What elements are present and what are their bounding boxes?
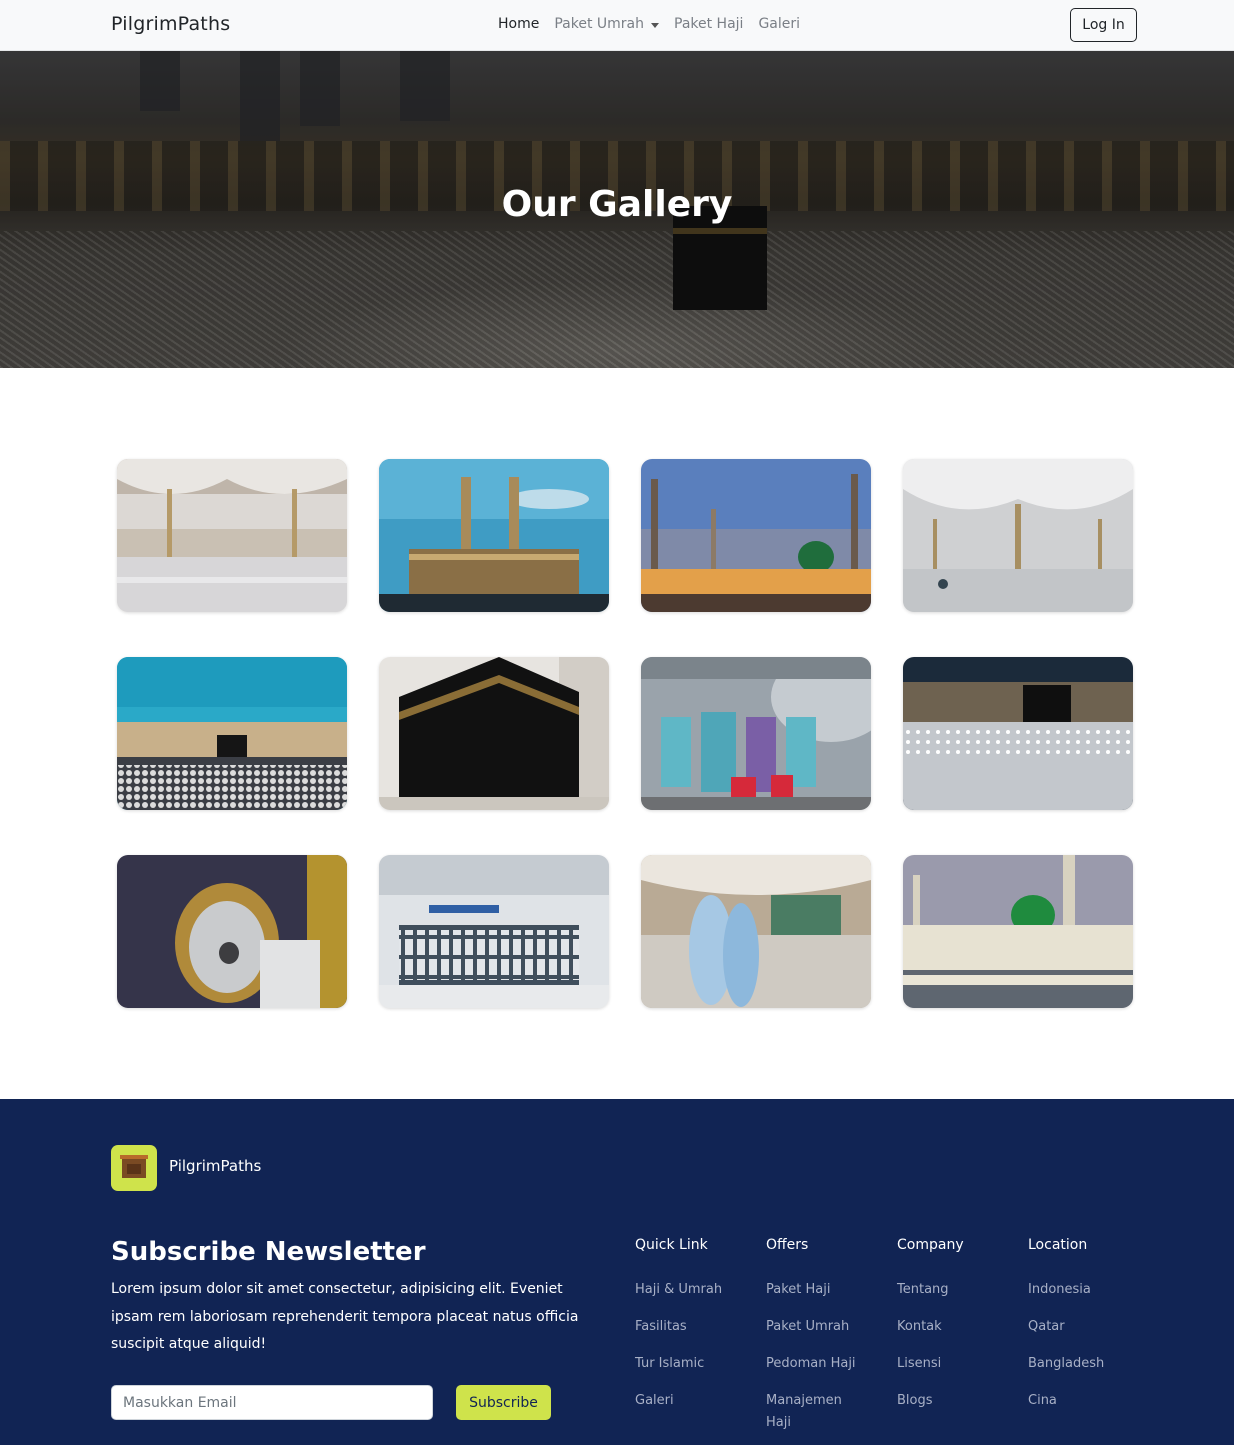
footer-link-qatar[interactable]: Qatar [1028, 1316, 1153, 1338]
footer-link-blogs[interactable]: Blogs [897, 1390, 1022, 1412]
nav-home-link[interactable]: Home [498, 16, 539, 32]
footer-link-kontak[interactable]: Kontak [897, 1316, 1022, 1338]
gallery-photo[interactable] [641, 459, 871, 612]
footer-link-indonesia[interactable]: Indonesia [1028, 1279, 1153, 1301]
photo-green-dome-dusk [903, 855, 1133, 1008]
footer-link-tentang[interactable]: Tentang [897, 1279, 1022, 1301]
footer-link-lisensi[interactable]: Lisensi [897, 1353, 1022, 1375]
subscribe-button[interactable]: Subscribe [456, 1385, 551, 1420]
footer-link-cina[interactable]: Cina [1028, 1390, 1153, 1412]
footer-column-title: Quick Link [635, 1237, 708, 1253]
footer-brand: PilgrimPaths [169, 1157, 262, 1175]
footer-link-manajemen-haji[interactable]: Manajemen Haji [766, 1390, 861, 1434]
login-button[interactable]: Log In [1070, 8, 1137, 42]
footer-link-haji-umrah[interactable]: Haji & Umrah [635, 1279, 760, 1301]
gallery-photo[interactable] [641, 657, 871, 810]
gallery-photo[interactable] [903, 657, 1133, 810]
gallery-photo[interactable] [117, 657, 347, 810]
newsletter-text: Lorem ipsum dolor sit amet consectetur, … [111, 1281, 579, 1352]
nav-galeri-link[interactable]: Galeri [758, 16, 800, 32]
footer-column-title: Company [897, 1237, 964, 1253]
brand-logo[interactable]: PilgrimPaths [111, 13, 230, 35]
photo-umbrellas-courtyard [117, 459, 347, 612]
footer: PilgrimPaths Subscribe Newsletter Lorem … [0, 1099, 1234, 1445]
gallery-photo[interactable] [379, 657, 609, 810]
footer-column-title: Offers [766, 1237, 809, 1253]
footer-column-offers: Offers Paket Haji Paket Umrah Pedoman Ha… [766, 1234, 876, 1445]
photo-kaaba-night [903, 657, 1133, 810]
photo-black-stone [117, 855, 347, 1008]
gallery-photo[interactable] [379, 855, 609, 1008]
hero-banner: Our Gallery [0, 51, 1234, 368]
nav-paket-umrah-label: Paket Umrah [554, 16, 644, 32]
chevron-down-icon [651, 22, 659, 28]
photo-umbrellas-pilgrims [903, 459, 1133, 612]
photo-kaaba-closeup [379, 657, 609, 810]
photo-green-dome-sunset [641, 459, 871, 612]
footer-link-tur-islamic[interactable]: Tur Islamic [635, 1353, 760, 1375]
photo-airport-queue [379, 855, 609, 1008]
footer-link-galeri[interactable]: Galeri [635, 1390, 760, 1412]
kaaba-icon-shape [120, 1155, 148, 1178]
footer-link-pedoman-haji[interactable]: Pedoman Haji [766, 1353, 876, 1375]
nav-paket-umrah-dropdown[interactable]: Paket Umrah [554, 16, 659, 32]
footer-column-quick-link: Quick Link Haji & Umrah Fasilitas Tur Is… [635, 1234, 760, 1427]
footer-link-paket-umrah[interactable]: Paket Umrah [766, 1316, 876, 1338]
kaaba-icon [111, 1145, 157, 1191]
email-input[interactable] [111, 1385, 433, 1420]
gallery-photo[interactable] [117, 855, 347, 1008]
nav-links: Home Paket Umrah Paket Haji Galeri [498, 16, 800, 32]
navbar: PilgrimPaths Home Paket Umrah Paket Haji… [0, 0, 1234, 51]
footer-link-paket-haji[interactable]: Paket Haji [766, 1279, 876, 1301]
hero-title: Our Gallery [501, 184, 733, 225]
gallery-photo[interactable] [641, 855, 871, 1008]
photo-mosque-minarets [379, 459, 609, 612]
gallery-photo[interactable] [903, 855, 1133, 1008]
gallery-photo[interactable] [379, 459, 609, 612]
newsletter-title: Subscribe Newsletter [111, 1237, 426, 1267]
footer-column-company: Company Tentang Kontak Lisensi Blogs [897, 1234, 1022, 1427]
gallery-photo[interactable] [903, 459, 1133, 612]
footer-link-fasilitas[interactable]: Fasilitas [635, 1316, 760, 1338]
footer-column-title: Location [1028, 1237, 1088, 1253]
photo-pilgrim-women [641, 855, 871, 1008]
photo-pilgrims-plane [641, 657, 871, 810]
footer-link-bangladesh[interactable]: Bangladesh [1028, 1353, 1153, 1375]
footer-column-location: Location Indonesia Qatar Bangladesh Cina [1028, 1234, 1153, 1427]
nav-paket-haji-link[interactable]: Paket Haji [674, 16, 743, 32]
gallery-photo[interactable] [117, 459, 347, 612]
photo-kaaba-crowd [117, 657, 347, 810]
gallery-grid [117, 459, 1133, 1008]
